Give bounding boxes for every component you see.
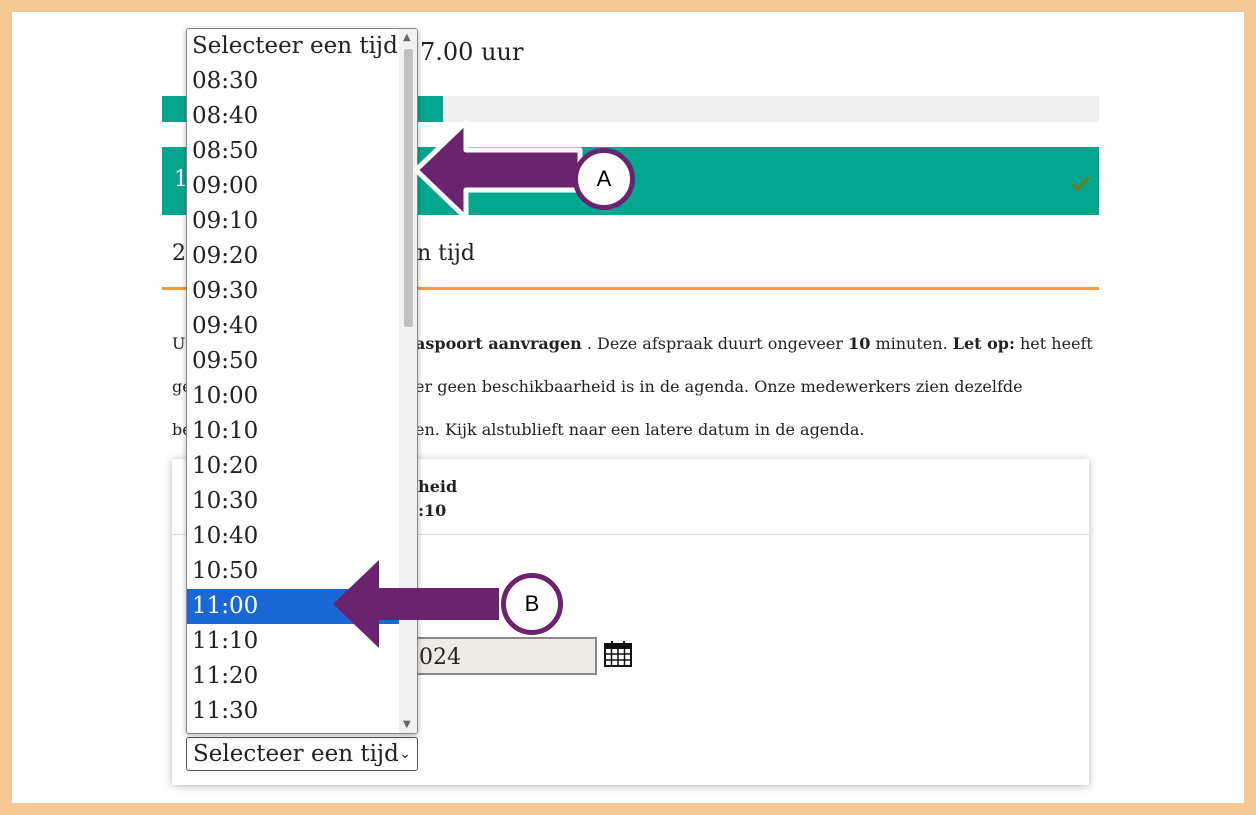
opening-hours-text: 7.00 uur — [420, 38, 524, 66]
time-option[interactable]: 10:20 — [187, 449, 399, 484]
step-2-number: 2 — [172, 241, 186, 266]
info-line-1-rest: aspoort aanvragen . Deze afspraak duurt … — [415, 334, 1093, 353]
time-select[interactable]: Selecteer een tijd ⌄ — [186, 737, 418, 771]
time-option[interactable]: 08:50 — [187, 134, 399, 169]
time-option[interactable]: 08:40 — [187, 99, 399, 134]
time-option[interactable]: 09:10 — [187, 204, 399, 239]
chevron-down-icon: ⌄ — [399, 746, 411, 762]
scroll-up-icon[interactable]: ▲ — [403, 32, 411, 43]
time-option[interactable]: 08:30 — [187, 64, 399, 99]
time-option[interactable]: 10:00 — [187, 379, 399, 414]
time-option[interactable]: 10:30 — [187, 484, 399, 519]
step-2-label: n tijd — [417, 241, 475, 266]
checkmark-icon — [1071, 175, 1091, 192]
time-option[interactable]: 10:10 — [187, 414, 399, 449]
time-option[interactable]: 10:40 — [187, 519, 399, 554]
calendar-icon[interactable] — [604, 641, 632, 667]
time-option[interactable]: 11:30 — [187, 694, 399, 729]
time-select-value: Selecteer een tijd — [193, 741, 399, 767]
info-line-1: U — [172, 334, 186, 353]
time-option[interactable]: 09:50 — [187, 344, 399, 379]
scroll-down-icon[interactable]: ▼ — [403, 719, 411, 730]
time-option[interactable]: 11:20 — [187, 659, 399, 694]
info-line-3-rest: en. Kijk alstublieft naar een latere dat… — [415, 420, 865, 439]
annotation-marker-b: B — [501, 573, 563, 635]
annotation-arrow-b — [333, 560, 499, 648]
time-option[interactable]: 09:00 — [187, 169, 399, 204]
time-option[interactable]: 09:40 — [187, 309, 399, 344]
info-line-2-rest: er geen beschikbaarheid is in de agenda.… — [415, 377, 1023, 396]
screenshot-frame: 7.00 uur 1 2 n tijd U aspoort aanvragen … — [12, 12, 1244, 803]
time-option[interactable]: 09:30 — [187, 274, 399, 309]
annotation-marker-a: A — [573, 148, 635, 210]
annotation-arrow-a — [413, 120, 583, 220]
time-option[interactable]: Selecteer een tijd — [187, 29, 399, 64]
time-option[interactable]: 09:20 — [187, 239, 399, 274]
